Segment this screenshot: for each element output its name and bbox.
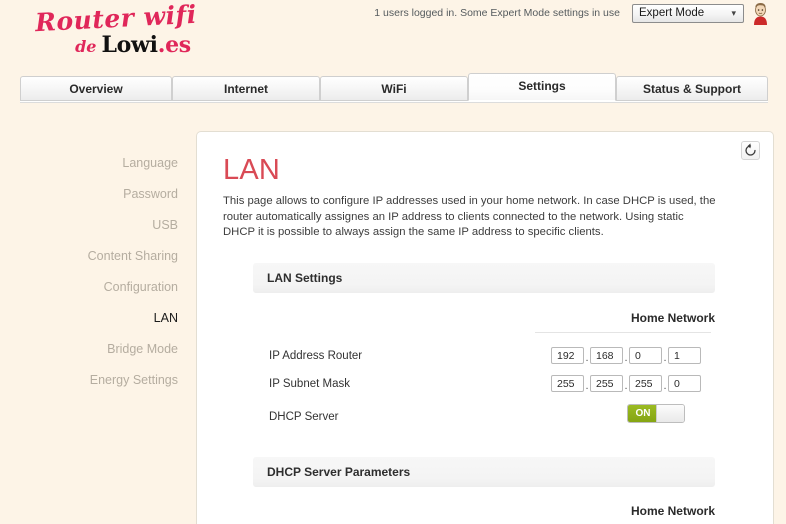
ip-address-router-octet-2[interactable] xyxy=(590,347,623,364)
ip-separator-3: . xyxy=(663,352,667,364)
tab-wifi-label: WiFi xyxy=(381,82,407,96)
sidebar-item-configuration[interactable]: Configuration xyxy=(22,272,196,303)
column-header-home-network-1: Home Network xyxy=(630,311,715,325)
page-title: LAN xyxy=(223,154,281,186)
router-admin-page: Router wifi de Lowi.es 1 users logged in.… xyxy=(0,0,786,524)
mask-separator-1: . xyxy=(585,380,589,392)
tab-internet-label: Internet xyxy=(223,82,268,96)
page-description: This page allows to configure IP address… xyxy=(223,195,716,239)
sidebar-item-language[interactable]: Language xyxy=(22,148,196,179)
label-ip-subnet-mask: IP Subnet Mask xyxy=(269,378,350,390)
tab-wifi[interactable]: WiFi xyxy=(320,76,468,101)
tab-status-support[interactable]: Status & Support xyxy=(616,76,768,101)
tab-internet[interactable]: Internet xyxy=(172,76,320,101)
section-header-lan-settings: LAN Settings xyxy=(253,263,715,293)
section-header-dhcp-server-parameters-label: DHCP Server Parameters xyxy=(267,465,411,479)
content-panel: LAN This page allows to configure IP add… xyxy=(196,131,774,524)
ip-subnet-mask-field-group: . . . xyxy=(551,375,701,392)
refresh-icon[interactable] xyxy=(741,141,760,160)
label-ip-address-router: IP Address Router xyxy=(269,350,363,362)
chevron-down-icon: ▾ xyxy=(731,8,736,18)
sidebar-item-energy-settings[interactable]: Energy Settings xyxy=(22,365,196,396)
logo-de-text: de xyxy=(75,37,97,57)
tab-status-support-label: Status & Support xyxy=(643,82,741,96)
login-status-text: 1 users logged in. Some Expert Mode sett… xyxy=(374,7,620,19)
user-avatar-icon[interactable] xyxy=(748,1,773,25)
ip-address-router-octet-3[interactable] xyxy=(629,347,662,364)
column-header-home-network-2: Home Network xyxy=(630,504,715,518)
expert-mode-select[interactable]: Expert Mode ▾ xyxy=(632,4,744,23)
sidebar-item-bridge-mode-label: Bridge Mode xyxy=(107,342,178,356)
sidebar-item-password-label: Password xyxy=(123,187,178,201)
section-header-lan-settings-label: LAN Settings xyxy=(267,271,343,285)
label-dhcp-server: DHCP Server xyxy=(269,411,339,423)
sidebar-item-usb-label: USB xyxy=(152,218,178,232)
section-header-dhcp-server-parameters: DHCP Server Parameters xyxy=(253,457,715,487)
page-header: Router wifi de Lowi.es 1 users logged in.… xyxy=(0,0,786,70)
logo-brand-line: de Lowi.es xyxy=(26,34,206,57)
mask-separator-3: . xyxy=(663,380,667,392)
site-logo[interactable]: Router wifi de Lowi.es xyxy=(26,0,206,57)
settings-sidebar: Language Password USB Content Sharing Co… xyxy=(22,148,196,396)
mask-separator-2: . xyxy=(624,380,628,392)
sidebar-item-lan[interactable]: LAN xyxy=(22,303,196,334)
ip-subnet-mask-octet-4[interactable] xyxy=(668,375,701,392)
dhcp-server-toggle-knob[interactable] xyxy=(656,405,684,422)
ip-subnet-mask-octet-1[interactable] xyxy=(551,375,584,392)
sidebar-item-lan-label: LAN xyxy=(153,311,178,325)
column-rule-1 xyxy=(535,332,711,333)
sidebar-item-energy-settings-label: Energy Settings xyxy=(89,373,178,387)
logo-lowi-text: Lowi xyxy=(101,32,158,59)
ip-separator-2: . xyxy=(624,352,628,364)
ip-address-router-field-group: . . . xyxy=(551,347,701,364)
dhcp-server-toggle-state: ON xyxy=(628,405,658,422)
sidebar-item-language-label: Language xyxy=(122,156,178,170)
ip-address-router-octet-4[interactable] xyxy=(668,347,701,364)
tab-settings[interactable]: Settings xyxy=(468,73,616,101)
main-nav-tabs: Overview Internet WiFi Settings Status &… xyxy=(20,73,768,103)
tab-overview[interactable]: Overview xyxy=(20,76,172,101)
sidebar-item-content-sharing[interactable]: Content Sharing xyxy=(22,241,196,272)
ip-separator-1: . xyxy=(585,352,589,364)
tab-settings-label: Settings xyxy=(518,79,566,93)
expert-mode-select-value: Expert Mode xyxy=(639,7,705,19)
ip-address-router-octet-1[interactable] xyxy=(551,347,584,364)
logo-es-text: .es xyxy=(157,32,191,59)
sidebar-item-usb[interactable]: USB xyxy=(22,210,196,241)
sidebar-item-configuration-label: Configuration xyxy=(103,280,178,294)
sidebar-item-content-sharing-label: Content Sharing xyxy=(87,249,178,263)
dhcp-server-toggle[interactable]: ON xyxy=(627,404,685,423)
ip-subnet-mask-octet-3[interactable] xyxy=(629,375,662,392)
ip-subnet-mask-octet-2[interactable] xyxy=(590,375,623,392)
sidebar-item-password[interactable]: Password xyxy=(22,179,196,210)
sidebar-item-bridge-mode[interactable]: Bridge Mode xyxy=(22,334,196,365)
tab-overview-label: Overview xyxy=(69,82,123,96)
